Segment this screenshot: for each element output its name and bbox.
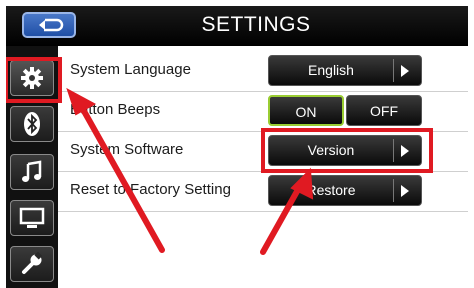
arrow-head-settings xyxy=(66,87,97,116)
annotation-arrows xyxy=(66,87,314,255)
settings-screen: SETTINGS System Language English Button … xyxy=(6,6,468,288)
arrow-to-version xyxy=(260,183,303,255)
arrow-to-settings xyxy=(77,101,165,253)
